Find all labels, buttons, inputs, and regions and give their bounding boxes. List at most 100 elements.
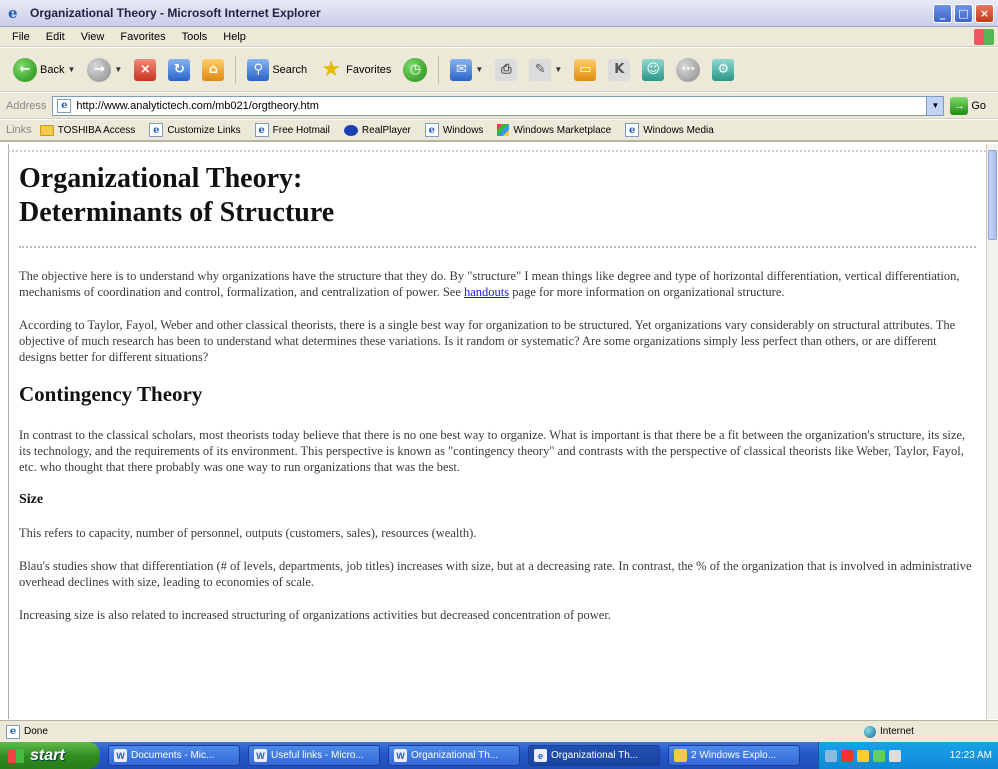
address-input[interactable] (76, 99, 917, 112)
paragraph-classical: According to Taylor, Fayol, Weber and ot… (19, 318, 956, 364)
ie-icon: e (8, 4, 18, 22)
taskbar-item-documents[interactable]: W Documents - Mic... (108, 745, 240, 766)
menu-tools[interactable]: Tools (182, 31, 208, 43)
page-content: Organizational Theory: Determinants of S… (8, 144, 986, 719)
top-dotted-border (8, 150, 998, 152)
window-title: Organizational Theory - Microsoft Intern… (30, 6, 321, 20)
status-text: Done (24, 726, 48, 737)
link-free-hotmail[interactable]: e Free Hotmail (254, 123, 330, 137)
address-label: Address (6, 99, 47, 112)
link-label: Customize Links (167, 124, 241, 136)
research-icon: K (608, 58, 631, 81)
tool-button[interactable]: ⚙ (709, 55, 737, 85)
taskbar-item-organizational-doc[interactable]: W Organizational Th... (388, 745, 520, 766)
history-button[interactable]: ◷ (400, 55, 430, 85)
refresh-icon: ↻ (168, 58, 191, 81)
update-icon[interactable] (889, 749, 901, 762)
dropdown-arrow-icon[interactable]: ▼ (67, 65, 75, 74)
volume-icon[interactable] (857, 749, 869, 762)
link-label: Windows (442, 124, 484, 136)
favorites-button[interactable]: ★ Favorites (316, 55, 394, 85)
home-icon: ⌂ (202, 58, 225, 81)
toolbar-separator (438, 55, 440, 84)
heading-contingency-theory: Contingency Theory (19, 382, 203, 406)
security-icon[interactable] (873, 749, 885, 762)
windows-marketplace-icon (497, 124, 510, 136)
taskbar-item-windows-explorer[interactable]: 2 Windows Explo... (668, 745, 800, 766)
taskbar-item-organizational-ie[interactable]: e Organizational Th... (528, 745, 660, 766)
maximize-button[interactable]: □ (954, 4, 973, 23)
task-label: Organizational Th... (551, 750, 639, 761)
antivirus-icon[interactable] (841, 749, 853, 762)
discuss-icon: ⋯ (676, 57, 701, 82)
clock: 12:23 AM (949, 750, 992, 761)
search-button[interactable]: ⚲ Search (244, 55, 310, 85)
menu-file[interactable]: File (12, 31, 30, 43)
favorites-label: Favorites (346, 63, 392, 76)
edit-icon: ✎ (529, 58, 552, 81)
link-toshiba-access[interactable]: TOSHIBA Access (39, 124, 135, 136)
address-dropdown-icon[interactable]: ▼ (926, 96, 944, 115)
stop-button[interactable]: × (131, 55, 159, 85)
refresh-button[interactable]: ↻ (165, 55, 193, 85)
handouts-link[interactable]: handouts (464, 285, 509, 299)
star-icon: ★ (321, 57, 342, 82)
menu-edit[interactable]: Edit (46, 31, 65, 43)
close-button[interactable]: × (975, 4, 994, 23)
paragraph-blau: Blau's studies show that differentiation… (19, 559, 972, 589)
research-button[interactable]: K (605, 55, 633, 85)
heading-size: Size (19, 492, 44, 507)
link-windows-media[interactable]: e Windows Media (625, 123, 714, 137)
home-button[interactable]: ⌂ (199, 55, 227, 85)
taskbar-item-useful-links[interactable]: W Useful links - Micro... (248, 745, 380, 766)
start-label: start (30, 746, 65, 764)
menu-help[interactable]: Help (223, 31, 246, 43)
page-icon: e (57, 98, 72, 113)
go-button[interactable]: → Go (950, 96, 987, 115)
link-label: RealPlayer (361, 124, 411, 136)
menu-favorites[interactable]: Favorites (120, 31, 165, 43)
paragraph-size-definition: This refers to capacity, number of perso… (19, 526, 477, 540)
back-button[interactable]: ← Back ▼ (10, 55, 78, 85)
discuss-button[interactable]: ⋯ (673, 55, 703, 85)
minimize-button[interactable]: _ (933, 4, 952, 23)
start-button[interactable]: start (0, 742, 100, 769)
folder-button[interactable]: ▭ (571, 55, 599, 85)
ie-icon: e (534, 749, 547, 762)
vertical-scrollbar[interactable] (986, 144, 998, 719)
dropdown-arrow-icon[interactable]: ▼ (554, 65, 562, 74)
history-icon: ◷ (403, 57, 428, 82)
back-label: Back (40, 63, 65, 76)
realplayer-icon (343, 124, 358, 136)
messenger-icon: ☺ (642, 58, 665, 81)
windows-logo-icon (974, 29, 994, 45)
dropdown-arrow-icon[interactable]: ▼ (114, 65, 122, 74)
address-field[interactable]: e ▼ (52, 95, 945, 116)
network-icon[interactable] (825, 749, 837, 762)
edit-button[interactable]: ✎ ▼ (526, 55, 565, 85)
word-icon: W (254, 749, 267, 762)
link-label: Free Hotmail (272, 124, 330, 136)
scrollbar-thumb[interactable] (988, 150, 997, 240)
print-button[interactable]: ⎙ (492, 55, 520, 85)
forward-button[interactable]: → ▼ (84, 55, 125, 85)
messenger-button[interactable]: ☺ (639, 55, 667, 85)
links-label: Links (6, 124, 32, 136)
toolbar: ← Back ▼ → ▼ × ↻ ⌂ ⚲ Search ★ Favorites … (0, 48, 998, 92)
menu-view[interactable]: View (81, 31, 105, 43)
mail-button[interactable]: ✉ ▼ (447, 55, 486, 85)
folder-icon (39, 124, 54, 136)
link-realplayer[interactable]: RealPlayer (343, 124, 411, 136)
page-title: Organizational Theory: Determinants of S… (19, 162, 976, 230)
link-windows[interactable]: e Windows (424, 123, 484, 137)
link-customize-links[interactable]: e Customize Links (149, 123, 241, 137)
divider (19, 246, 976, 248)
title-bar: e Organizational Theory - Microsoft Inte… (0, 0, 998, 27)
search-icon: ⚲ (247, 58, 270, 81)
link-windows-marketplace[interactable]: Windows Marketplace (497, 124, 611, 136)
page-title-line2: Determinants of Structure (19, 197, 335, 228)
security-zone: Internet (864, 725, 914, 738)
paragraph-contingency: In contrast to the classical scholars, m… (19, 428, 966, 474)
go-label: Go (971, 99, 987, 112)
dropdown-arrow-icon[interactable]: ▼ (475, 65, 483, 74)
